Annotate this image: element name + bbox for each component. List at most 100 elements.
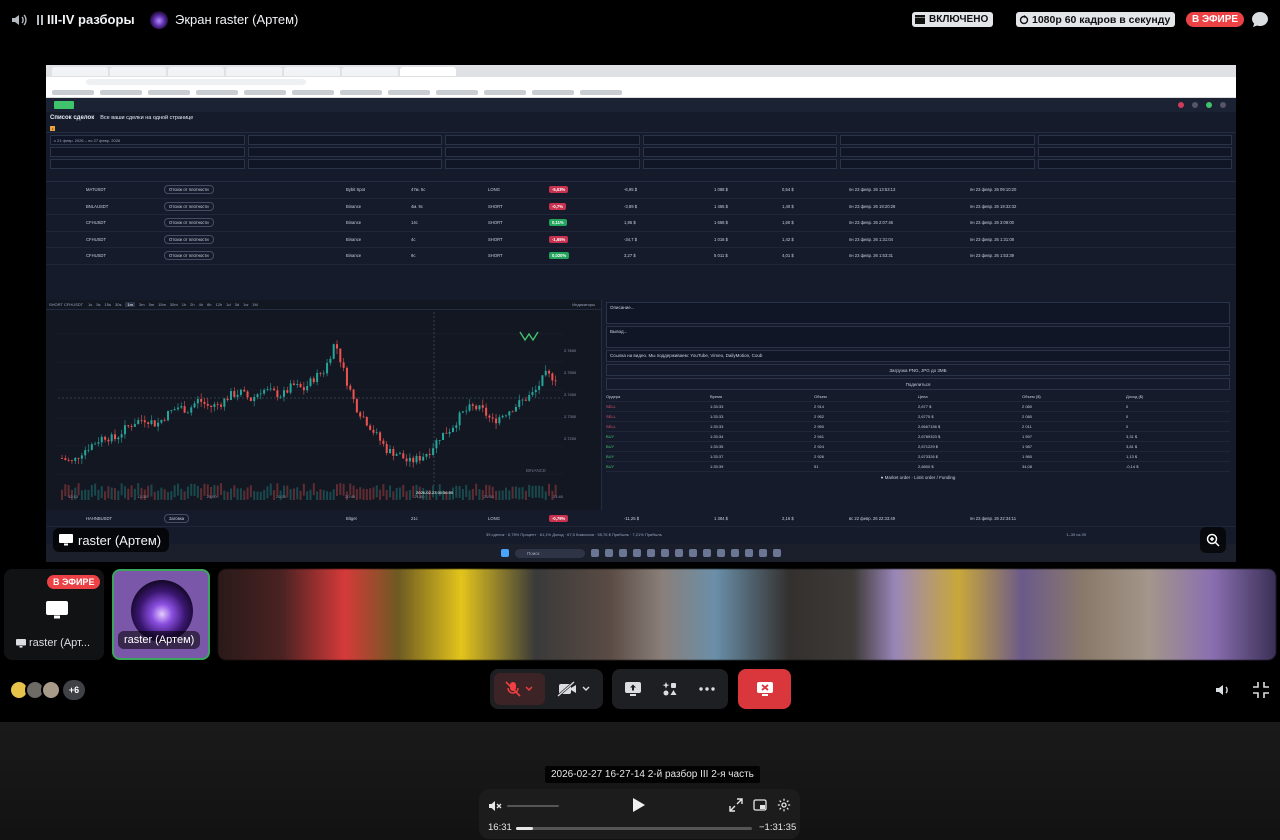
volume-icon[interactable] [1214, 681, 1232, 699]
conclusion-field[interactable]: Вывод... [606, 326, 1230, 348]
filter-box[interactable] [1037, 135, 1232, 145]
filter-box[interactable] [1037, 159, 1232, 169]
trade-entry-time: пн 23 февр. 26 1:31:04 [849, 236, 894, 242]
order-cell: 2,671229 $ [918, 444, 939, 449]
more-options-button[interactable] [691, 673, 724, 705]
video-link-field[interactable]: Ссылка на видео. Мы поддерживаем: YouTub… [606, 350, 1230, 362]
volume-bar [382, 484, 385, 497]
filter-box[interactable] [642, 159, 837, 169]
speaker-icon[interactable] [10, 11, 28, 29]
date-range-filter[interactable]: с 21 февр. 2026 – по 27 февр. 2026 [50, 135, 245, 145]
filter-box[interactable] [840, 147, 1035, 157]
table-row[interactable]: CFHUSDT Отскок от плотности Binance 9с SHORT… [46, 248, 1236, 265]
filter-box[interactable] [247, 159, 442, 169]
candlestick-chart[interactable]: 2.7600 2.7500 2.7400 2.7300 2.7200 12:10 12:30… [58, 312, 578, 500]
filter-box[interactable] [642, 135, 837, 145]
volume-bar [478, 489, 481, 500]
candle-body [137, 420, 140, 425]
timeframe-5m[interactable]: 5m [149, 302, 155, 307]
screen-share-tile[interactable]: В ЭФИРЕ raster (Арт... [4, 569, 104, 660]
voice-participants[interactable]: +6 [9, 680, 85, 700]
timeframe-5s[interactable]: 5s [96, 302, 100, 307]
expand-icon[interactable] [729, 798, 743, 812]
seek-bar[interactable] [516, 827, 752, 830]
filter-box[interactable] [247, 147, 442, 157]
volume-bar [475, 483, 478, 496]
filter-box[interactable] [642, 147, 837, 157]
timeframe-2h[interactable]: 2h [190, 302, 194, 307]
timeframe-15m[interactable]: 15m [158, 302, 166, 307]
table-row[interactable]: CFHUSDT Отскок от плотности Binance 4с SHORT… [46, 232, 1236, 248]
browser-tab [168, 66, 224, 76]
clapper-icon [915, 15, 925, 24]
candle-body [551, 373, 554, 381]
candle-body [67, 459, 70, 461]
candle-body [445, 432, 448, 434]
participant-tile-raster[interactable]: raster (Артем) [112, 569, 210, 660]
more-participants-count[interactable]: +6 [63, 680, 85, 700]
trade-details-panel: Описание... Вывод... Ссылка на видео. Мы… [604, 300, 1236, 510]
trade-side: SHORT [488, 253, 503, 259]
clip-enabled-badge[interactable]: ВКЛЮЧЕНО [912, 12, 994, 27]
taskbar-app-icon [633, 549, 641, 557]
settings-gear-icon[interactable] [777, 798, 791, 812]
volume-bar [455, 485, 458, 498]
filter-box[interactable] [445, 147, 640, 157]
description-field[interactable]: Описание... [606, 302, 1230, 324]
order-cell: 2 080 [1022, 404, 1033, 409]
picture-in-picture-icon[interactable] [753, 798, 767, 812]
timeframe-3d[interactable]: 3d [235, 302, 239, 307]
candle-body [382, 440, 385, 444]
trade-result-badge: 0,11% [549, 219, 567, 227]
filter-box[interactable] [50, 159, 245, 169]
filter-box[interactable] [445, 159, 640, 169]
filter-box[interactable] [1037, 147, 1232, 157]
timeframe-30m[interactable]: 30m [170, 302, 178, 307]
mute-icon[interactable] [488, 799, 502, 813]
bookmark [100, 89, 142, 95]
volume-bar [332, 489, 335, 500]
filter-box[interactable] [445, 135, 640, 145]
filter-box[interactable] [50, 147, 245, 157]
timeframe-30s[interactable]: 30s [115, 302, 121, 307]
disconnect-button[interactable] [738, 669, 791, 709]
table-row[interactable]: MATUSDT Отскок от плотности Bybit Spot 47м.… [46, 182, 1236, 199]
timeframe-1d[interactable]: 1d [226, 302, 230, 307]
timeframe-1m[interactable]: 1m [125, 302, 136, 307]
activities-button[interactable] [653, 673, 686, 705]
timeframe-3m[interactable]: 3m [139, 302, 145, 307]
filter-box[interactable] [247, 135, 442, 145]
share-button[interactable]: Поделиться [606, 378, 1230, 390]
candle-body [372, 429, 375, 433]
timeframe-1w[interactable]: 1w [243, 302, 248, 307]
volume-bar [163, 489, 166, 500]
candle-body [402, 453, 405, 459]
share-screen-button[interactable] [616, 673, 649, 705]
volume-slider[interactable] [507, 805, 559, 807]
timeframe-1s[interactable]: 1s [88, 302, 92, 307]
timeframe-6h[interactable]: 6h [207, 302, 211, 307]
channel-name[interactable]: III-IV разборы [47, 12, 135, 27]
mute-microphone-button[interactable] [494, 673, 545, 705]
other-participants-strip[interactable] [218, 569, 1276, 660]
timeframe-15s[interactable]: 15s [105, 302, 111, 307]
volume-bar [123, 486, 126, 499]
timeframe-1h[interactable]: 1h [182, 302, 186, 307]
timeframe-12h[interactable]: 12h [216, 302, 223, 307]
filter-box[interactable] [840, 135, 1035, 145]
chat-bubble-icon[interactable] [1250, 10, 1270, 30]
shared-screen[interactable]: Список сделок Все ваши сделки на одной с… [46, 65, 1236, 562]
table-row[interactable]: BNLAUSDT Отскок от плотности Binance 4м. 9с… [46, 199, 1236, 215]
indicators-button[interactable]: Индикаторы [572, 302, 595, 307]
filter-box[interactable] [840, 159, 1035, 169]
toggle-camera-button[interactable] [549, 673, 600, 705]
fullscreen-exit-icon[interactable] [1252, 681, 1270, 699]
volume-bar [498, 490, 501, 500]
play-icon[interactable] [632, 797, 646, 813]
timeframe-4h[interactable]: 4h [199, 302, 203, 307]
price-chart-panel[interactable]: SHORT CFHUSDT 1s 5s 15s 30s 1m 3m 5m 15m 30m 1h 2h… [46, 300, 602, 510]
upload-image-button[interactable]: Загрузка PNG, JPG до 3МБ [606, 364, 1230, 376]
zoom-button[interactable] [1200, 527, 1226, 553]
table-row[interactable]: CFHUSDT Отскок от плотности Binance 14с SHOR… [46, 215, 1236, 232]
timeframe-1M[interactable]: 1M [252, 302, 258, 307]
